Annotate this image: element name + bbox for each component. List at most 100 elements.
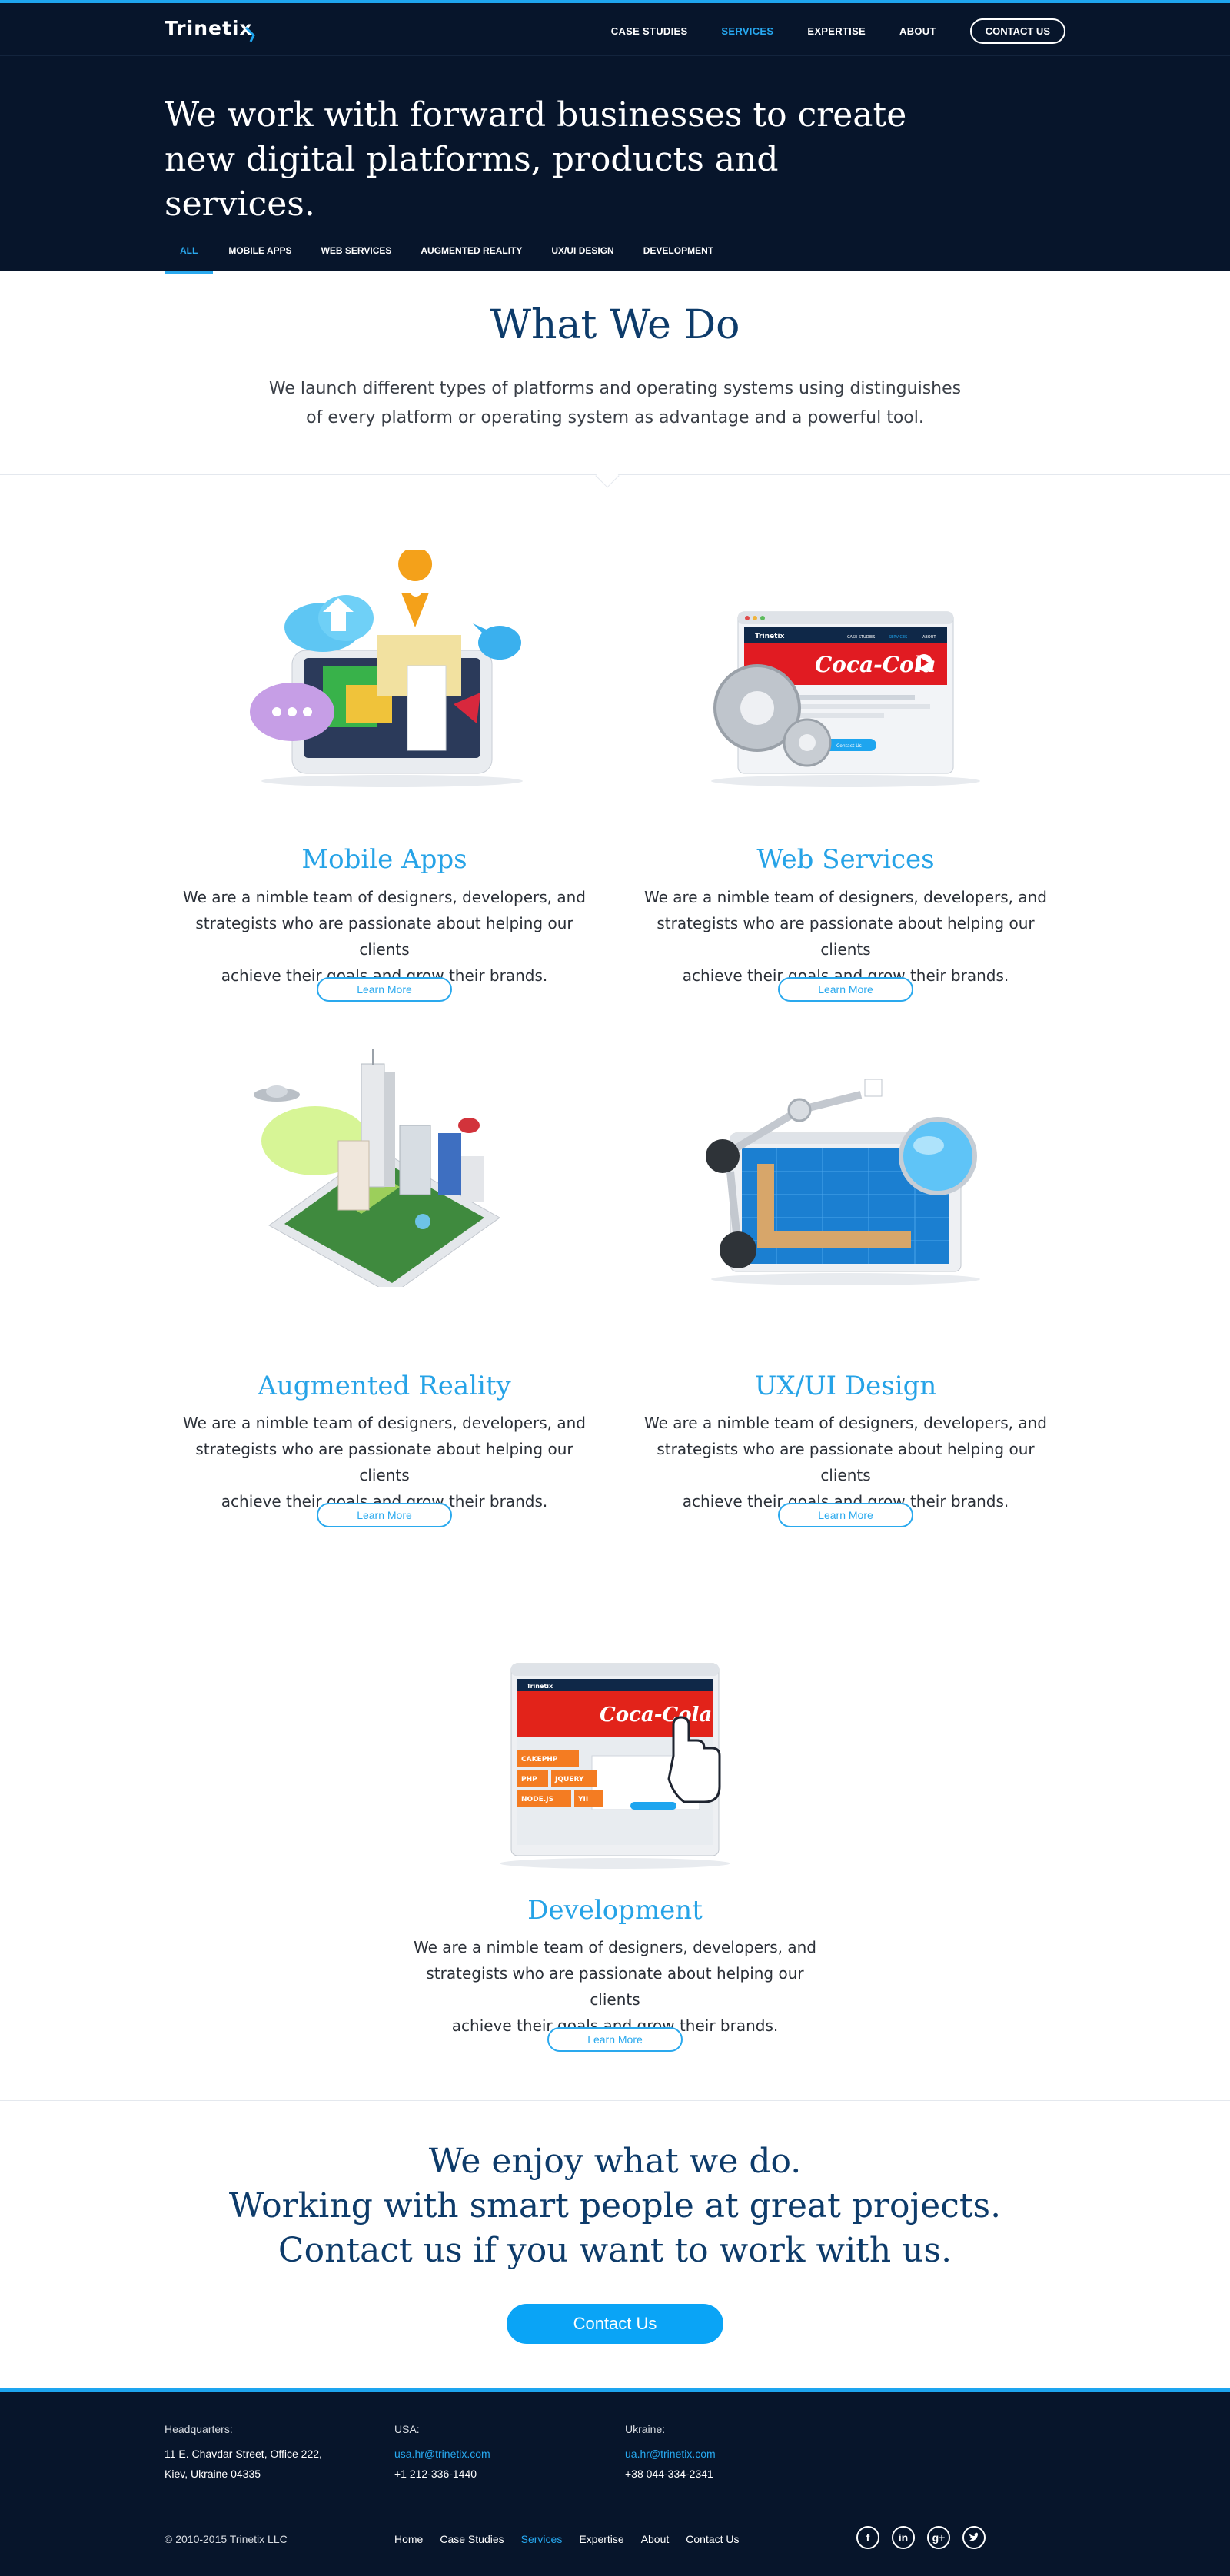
tab-ux-ui-design[interactable]: UX/UI DESIGN [551,234,613,274]
footer-nav-contact-us[interactable]: Contact Us [686,2533,739,2545]
description-line: strategists who are passionate about hel… [195,914,573,959]
hero-title: We work with forward businesses to creat… [165,93,933,227]
hero-line-1: We work with forward businesses to creat… [165,95,907,135]
service-description: We are a nimble team of designers, devel… [177,1410,592,1514]
tech-tag: PHP [521,1776,537,1783]
mobile-apps-illustration [250,550,523,787]
tab-development[interactable]: DEVELOPMENT [643,234,713,274]
hero-line-2: new digital platforms, products and serv… [165,140,779,224]
description-line-2: of every platform or operating system as… [306,408,924,427]
divider [0,55,1230,56]
section-title: What We Do [490,302,740,348]
footer-label: USA: [394,2423,420,2435]
footer-ukraine: Ukraine: ua.hr@trinetix.com +38 044-334-… [625,2419,716,2484]
service-card-mobile-apps: Mobile Apps We are a nimble team of desi… [169,550,600,1012]
footer-usa: USA: usa.hr@trinetix.com +1 212-336-1440 [394,2419,490,2484]
address-line: 11 E. Chavdar Street, Office 222, [165,2448,322,2460]
ux-ui-design-illustration [706,1079,980,1285]
ukraine-phone: +38 044-334-2341 [625,2468,713,2480]
development-illustration: Trinetix Coca-Cola CAKEPHP PHP JQUERY NO… [500,1663,730,1869]
linkedin-icon[interactable]: in [892,2526,915,2549]
augmented-reality-illustration [254,1049,500,1287]
main-nav: CASE STUDIES SERVICES EXPERTISE ABOUT CO… [577,18,1065,44]
web-services-illustration: Trinetix CASE STUDIES SERVICES ABOUT Coc… [711,611,980,787]
description-line: strategists who are passionate about hel… [426,1964,804,2009]
browser-logo: Trinetix [527,1683,554,1690]
footer-nav: Home Case Studies Services Expertise Abo… [394,2533,756,2545]
description-line-1: We launch different types of platforms a… [268,379,962,398]
tab-mobile-apps[interactable]: MOBILE APPS [228,234,291,274]
tab-web-services[interactable]: WEB SERVICES [321,234,392,274]
browser-logo: Trinetix [755,633,785,640]
contact-us-button[interactable]: CONTACT US [969,18,1065,44]
nav-expertise[interactable]: EXPERTISE [807,25,866,37]
description-line: We are a nimble team of designers, devel… [182,1414,586,1432]
learn-more-button[interactable]: Learn More [547,2027,683,2052]
nav-case-studies[interactable]: CASE STUDIES [611,25,688,37]
service-card-web-services: Trinetix CASE STUDIES SERVICES ABOUT Coc… [630,550,1061,1012]
service-title: Web Services [756,844,935,875]
contact-pill-text: Contact Us [836,743,862,749]
service-title: Augmented Reality [258,1371,511,1401]
cta-line-1: We enjoy what we do. [428,2142,802,2181]
description-line: strategists who are passionate about hel… [657,1440,1035,1484]
tech-tag: YII [577,1796,588,1803]
service-title: UX/UI Design [754,1371,937,1401]
service-filter-tabs: ALL MOBILE APPS WEB SERVICES AUGMENTED R… [165,234,743,274]
description-line: strategists who are passionate about hel… [657,914,1035,959]
browser-nav-item: ABOUT [922,635,936,640]
tech-tag: CAKEPHP [521,1756,558,1763]
description-line: We are a nimble team of designers, devel… [643,1414,1047,1432]
cta-line-2: Working with smart people at great proje… [228,2186,1002,2225]
footer-nav-services[interactable]: Services [521,2533,563,2545]
tab-all[interactable]: ALL [165,234,214,274]
tech-tag: NODE.JS [521,1796,554,1803]
tech-tag: JQUERY [554,1776,584,1783]
ukraine-email-link[interactable]: ua.hr@trinetix.com [625,2444,716,2464]
learn-more-button[interactable]: Learn More [317,1503,452,1527]
section-description: We launch different types of platforms a… [231,374,999,433]
footer-headquarters: Headquarters: 11 E. Chavdar Street, Offi… [165,2419,322,2484]
footer-label: Headquarters: [165,2423,233,2435]
copyright: © 2010-2015 Trinetix LLC [165,2533,288,2545]
footer-label: Ukraine: [625,2423,666,2435]
nav-services[interactable]: SERVICES [721,25,773,37]
contact-us-cta-button[interactable]: Contact Us [507,2304,723,2344]
twitter-icon[interactable] [962,2526,986,2549]
cta-headline: We enjoy what we do. Working with smart … [154,2139,1076,2273]
description-line: We are a nimble team of designers, devel… [182,888,586,906]
service-description: We are a nimble team of designers, devel… [407,1934,823,2039]
facebook-icon[interactable]: f [856,2526,879,2549]
browser-nav-item: SERVICES [889,635,907,640]
learn-more-button[interactable]: Learn More [778,977,913,1002]
learn-more-button[interactable]: Learn More [778,1503,913,1527]
brand-text: Coca-Cola [600,1703,712,1727]
service-title: Development [527,1895,703,1926]
site-footer: Headquarters: 11 E. Chavdar Street, Offi… [0,2388,1230,2576]
service-description: We are a nimble team of designers, devel… [638,1410,1053,1514]
address-line: Kiev, Ukraine 04335 [165,2468,261,2480]
tab-augmented-reality[interactable]: AUGMENTED REALITY [421,234,522,274]
service-title: Mobile Apps [301,844,467,875]
usa-phone: +1 212-336-1440 [394,2468,477,2480]
service-description: We are a nimble team of designers, devel… [638,884,1053,989]
nav-about[interactable]: ABOUT [899,25,936,37]
footer-nav-expertise[interactable]: Expertise [579,2533,623,2545]
description-line: strategists who are passionate about hel… [195,1440,573,1484]
footer-nav-about[interactable]: About [641,2533,670,2545]
description-line: We are a nimble team of designers, devel… [643,888,1047,906]
google-plus-icon[interactable]: g+ [927,2526,950,2549]
logo-mark-icon [244,26,255,42]
divider [0,2100,1230,2101]
service-card-augmented-reality: Augmented Reality We are a nimble team o… [169,1049,600,1533]
logo[interactable]: Trinetix [165,17,253,39]
footer-nav-case-studies[interactable]: Case Studies [440,2533,504,2545]
footer-nav-home[interactable]: Home [394,2533,423,2545]
service-description: We are a nimble team of designers, devel… [177,884,592,989]
description-line: We are a nimble team of designers, devel… [413,1938,816,1956]
learn-more-button[interactable]: Learn More [317,977,452,1002]
social-links: f in g+ [856,2526,998,2549]
divider-notch [595,464,620,488]
service-card-ux-ui-design: UX/UI Design We are a nimble team of des… [630,1049,1061,1533]
usa-email-link[interactable]: usa.hr@trinetix.com [394,2444,490,2464]
